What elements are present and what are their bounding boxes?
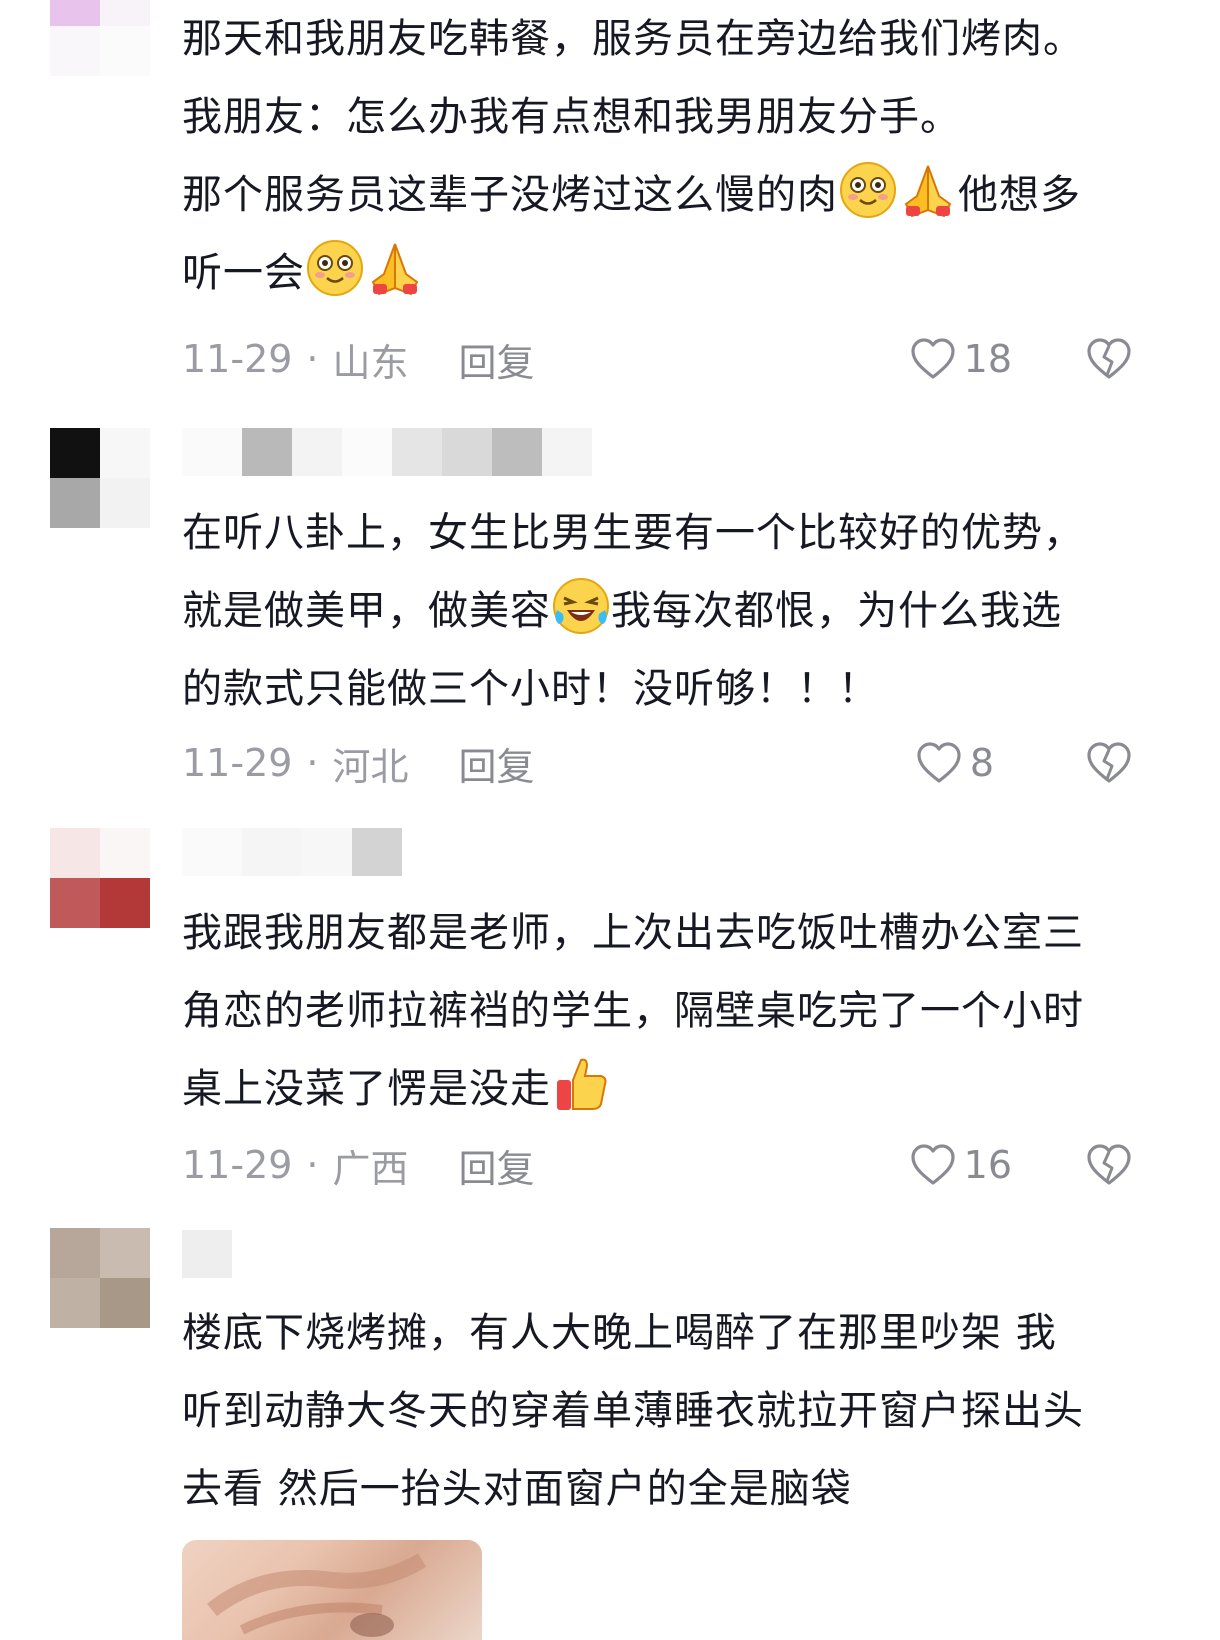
heart-outline-icon (917, 742, 961, 783)
comment-date: 11-29 (182, 1143, 293, 1187)
comment-text-segment: 他想多 (958, 172, 1081, 218)
photo-content (207, 1553, 427, 1637)
reply-button[interactable]: 回复 (459, 332, 535, 387)
username-redacted[interactable] (182, 828, 402, 876)
comment-text: 楼底下烧烤摊，有人大晚上喝醉了在那里吵架 我 听到动静大冬天的穿着单薄睡衣就拉开… (182, 1294, 1182, 1528)
comment-text-segment: 我每次都恨，为什么我选 (611, 588, 1062, 634)
comment-text: 在听八卦上，女生比男生要有一个比较好的优势， 就是做美甲，做美容 我每次都恨，为什… (182, 494, 1182, 728)
like-count: 8 (969, 741, 994, 785)
reply-button[interactable]: 回复 (459, 736, 535, 791)
comment-location: 河北 (332, 744, 409, 789)
folded-hands-icon (904, 165, 952, 218)
comment-meta: 11-29 · 广西 回复 16 (182, 1138, 1172, 1193)
broken-heart-icon (1087, 338, 1131, 379)
comment-text-segment: 那个服务员这辈子没烤过这么慢的肉 (182, 172, 838, 218)
meta-separator: · (306, 337, 319, 381)
comment-location: 山东 (332, 340, 409, 385)
comment-text-segment: 桌上没菜了愣是没走 (182, 1066, 551, 1112)
comment-location: 广西 (332, 1146, 409, 1191)
comment-line: 角恋的老师拉裤裆的学生，隔壁桌吃完了一个小时 (182, 988, 1084, 1034)
comment-date: 11-29 (182, 741, 293, 785)
comment-image-thumbnail[interactable] (182, 1540, 482, 1640)
comment-text: 那天和我朋友吃韩餐，服务员在旁边给我们烤肉。 我朋友：怎么办我有点想和我男朋友分… (182, 0, 1182, 312)
comment-line: 我朋友：怎么办我有点想和我男朋友分手。 (182, 94, 961, 140)
dislike-button[interactable] (1086, 1143, 1132, 1187)
avatar[interactable] (50, 0, 150, 76)
thumbs-up-icon (557, 1058, 607, 1110)
comment-text-segment: 就是做美甲，做美容 (182, 588, 551, 634)
reply-button[interactable]: 回复 (459, 1138, 535, 1193)
comment-line: 在听八卦上，女生比男生要有一个比较好的优势， (182, 510, 1084, 556)
comment-line: 那天和我朋友吃韩餐，服务员在旁边给我们烤肉。 (182, 16, 1084, 62)
comment-line: 听到动静大冬天的穿着单薄睡衣就拉开窗户探出头 (182, 1388, 1084, 1434)
meta-separator: · (306, 741, 319, 785)
comment-line: 那个服务员这辈子没烤过这么慢的肉 他想多 (182, 156, 1182, 234)
comment-meta: 11-29 · 河北 回复 8 (182, 736, 1172, 791)
like-button[interactable]: 8 (916, 741, 994, 785)
username-redacted[interactable] (182, 1230, 232, 1278)
comment-line: 听一会 (182, 234, 1182, 312)
like-count: 18 (963, 337, 1012, 381)
comment-line: 楼底下烧烤摊，有人大晚上喝醉了在那里吵架 我 (182, 1310, 1057, 1356)
meta-separator: · (306, 1143, 319, 1187)
comment-text-segment: 听一会 (182, 250, 305, 296)
comment-line: 去看 然后一抬头对面窗户的全是脑袋 (182, 1466, 852, 1512)
dislike-button[interactable] (1086, 741, 1132, 785)
broken-heart-icon (1087, 1144, 1131, 1185)
heart-outline-icon (911, 338, 955, 379)
folded-hands-icon (371, 243, 419, 296)
comment-text: 我跟我朋友都是老师，上次出去吃饭吐槽办公室三 角恋的老师拉裤裆的学生，隔壁桌吃完… (182, 894, 1182, 1128)
avatar[interactable] (50, 1228, 150, 1328)
comment-line: 就是做美甲，做美容 我每次都恨，为什么我选 (182, 572, 1182, 650)
username-redacted[interactable] (182, 428, 592, 476)
comment-line: 的款式只能做三个小时！没听够！！！ (182, 666, 879, 712)
comment-date: 11-29 (182, 337, 293, 381)
heart-outline-icon (911, 1144, 955, 1185)
like-button[interactable]: 16 (910, 1143, 1012, 1187)
avatar[interactable] (50, 428, 150, 528)
comment-line: 我跟我朋友都是老师，上次出去吃饭吐槽办公室三 (182, 910, 1084, 956)
dislike-button[interactable] (1086, 337, 1132, 381)
comment-line: 桌上没菜了愣是没走 (182, 1050, 1182, 1128)
like-button[interactable]: 18 (910, 337, 1012, 381)
smiling-face-icon (307, 240, 363, 296)
broken-heart-icon (1087, 742, 1131, 783)
like-count: 16 (963, 1143, 1012, 1187)
avatar[interactable] (50, 828, 150, 928)
laughing-tears-icon (553, 578, 609, 634)
smiling-face-icon (840, 162, 896, 218)
comment-meta: 11-29 · 山东 回复 18 (182, 332, 1172, 387)
